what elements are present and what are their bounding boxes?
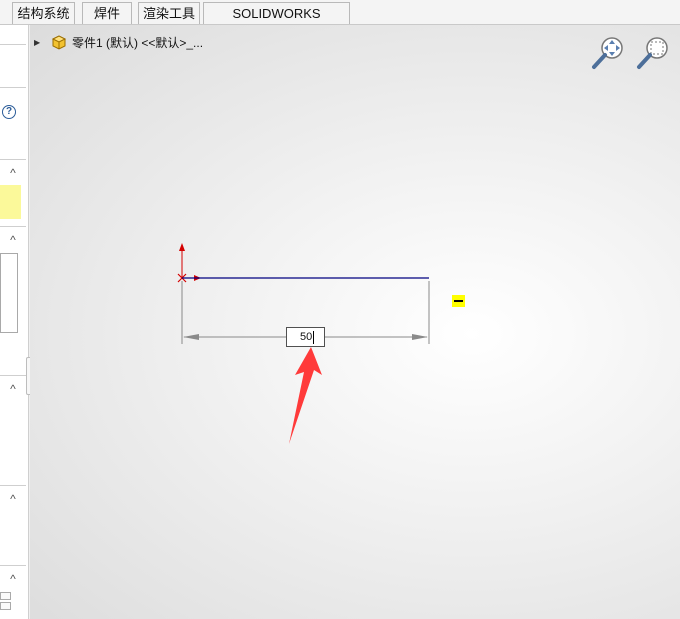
sketch-canvas: [177, 243, 430, 444]
panel-divider: [0, 226, 26, 227]
chevron-up-icon[interactable]: ^: [6, 383, 20, 395]
chevron-up-icon[interactable]: ^: [6, 493, 20, 505]
selection-box[interactable]: [0, 185, 21, 219]
panel-divider: [0, 44, 26, 45]
sketch-origin[interactable]: [177, 243, 201, 283]
chevron-up-icon[interactable]: ^: [6, 573, 20, 585]
panel-divider: [0, 565, 26, 566]
chevron-up-icon[interactable]: ^: [6, 167, 20, 179]
panel-divider: [0, 375, 26, 376]
horizontal-relation-icon[interactable]: [452, 295, 465, 307]
chevron-up-icon[interactable]: ^: [6, 234, 20, 246]
spinner-down-button[interactable]: [0, 602, 11, 610]
tab-structure-system[interactable]: 结构系统: [12, 2, 75, 24]
tab-render-tools[interactable]: 渲染工具: [138, 2, 200, 24]
command-manager-tabbar: 结构系统 焊件 渲染工具 SOLIDWORKS Inspection: [0, 0, 680, 42]
panel-divider: [0, 87, 26, 88]
graphics-area[interactable]: ▶ 零件1 (默认) <<默认>_... 50: [30, 25, 680, 619]
spinner-up-button[interactable]: [0, 592, 11, 600]
dimension-value-input[interactable]: 50: [286, 327, 325, 347]
property-manager-panel: ? ^ ^ ^ ^ ^: [0, 25, 29, 619]
dimension-value-text: 50: [300, 331, 313, 343]
tab-weldments[interactable]: 焊件: [82, 2, 132, 24]
panel-divider: [0, 485, 26, 486]
tab-solidworks-inspection[interactable]: SOLIDWORKS Inspection: [203, 2, 350, 42]
panel-divider: [0, 159, 26, 160]
selection-list[interactable]: [0, 253, 18, 333]
horizontal-relation-glyph: [454, 300, 463, 302]
text-caret: [313, 331, 314, 344]
annotation-arrow: [289, 347, 322, 444]
help-icon[interactable]: ?: [2, 105, 16, 119]
